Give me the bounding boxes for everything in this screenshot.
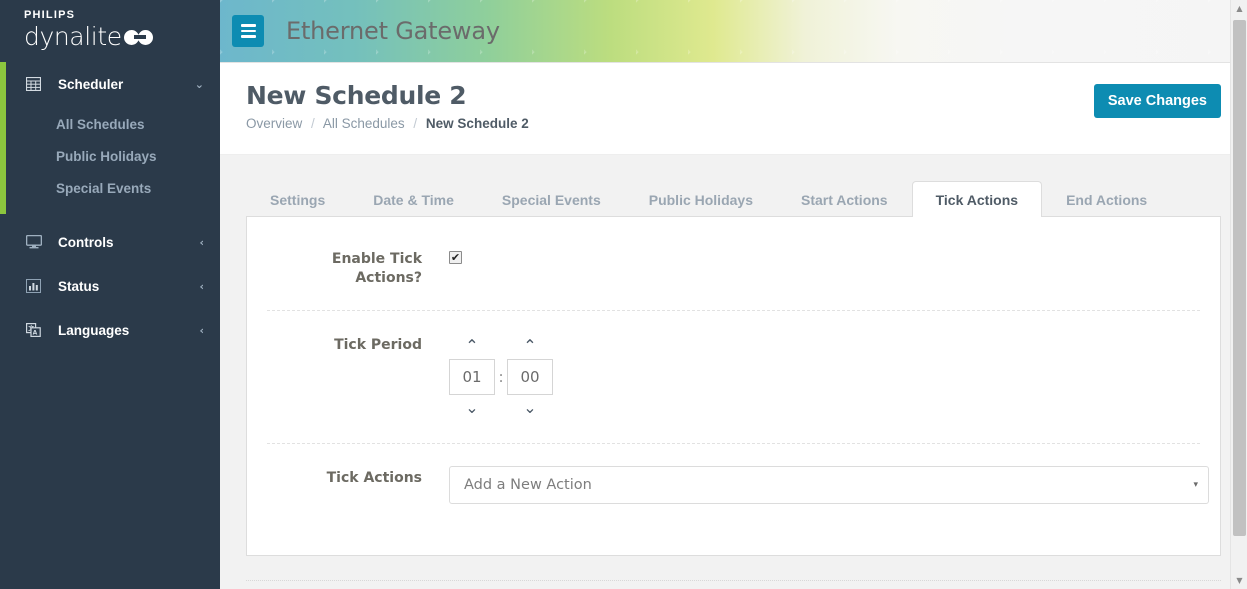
- footer-divider: [246, 580, 1221, 581]
- breadcrumb-separator: /: [413, 116, 417, 131]
- dynalite-logo-mark-icon: [124, 30, 154, 45]
- tab-tick-actions[interactable]: Tick Actions: [912, 181, 1042, 217]
- breadcrumb-item-all-schedules[interactable]: All Schedules: [323, 116, 405, 131]
- sidebar-item-controls[interactable]: Controls ‹: [0, 220, 220, 264]
- tick-period-label: Tick Period: [267, 333, 422, 355]
- monitor-icon: [26, 234, 46, 250]
- sidebar-item-status[interactable]: Status ‹: [0, 264, 220, 308]
- brand-logo[interactable]: PHILIPS dynalite: [0, 0, 220, 62]
- breadcrumb-separator: /: [311, 116, 315, 131]
- chevron-left-icon[interactable]: ‹: [199, 325, 204, 336]
- tab-end-actions[interactable]: End Actions: [1042, 181, 1171, 217]
- tab-start-actions[interactable]: Start Actions: [777, 181, 912, 217]
- brand-company-name: PHILIPS: [24, 8, 220, 22]
- sidebar-item-public-holidays[interactable]: Public Holidays: [0, 140, 220, 172]
- chevron-down-icon[interactable]: ⌄: [195, 79, 204, 90]
- tick-actions-label: Tick Actions: [267, 466, 422, 488]
- sidebar: PHILIPS dynalite: [0, 0, 220, 589]
- hours-increment-icon[interactable]: ⌃: [457, 333, 487, 359]
- tick-period-spinner: ⌃ 01 ⌄ : ⌃ 00 ⌄: [449, 333, 1200, 421]
- grid-icon: [26, 76, 46, 92]
- minutes-increment-icon[interactable]: ⌃: [515, 333, 545, 359]
- sidebar-subitem-label: Public Holidays: [56, 149, 157, 164]
- bar-chart-icon: [26, 278, 46, 294]
- translate-icon: 文 A: [26, 322, 46, 338]
- app-title: Ethernet Gateway: [286, 17, 500, 45]
- hours-decrement-icon[interactable]: ⌄: [457, 395, 487, 421]
- tick-actions-select-wrapper: Add a New Action ▾: [449, 466, 1209, 504]
- tick-period-minutes-input[interactable]: 00: [507, 359, 553, 395]
- tab-public-holidays[interactable]: Public Holidays: [625, 181, 777, 217]
- sidebar-subitem-label: All Schedules: [56, 117, 145, 132]
- sidebar-item-label: Scheduler: [58, 77, 195, 92]
- add-new-action-select[interactable]: Add a New Action: [449, 466, 1209, 504]
- tab-settings[interactable]: Settings: [246, 181, 349, 217]
- sidebar-item-label: Status: [58, 279, 199, 294]
- save-changes-button[interactable]: Save Changes: [1094, 84, 1221, 118]
- sidebar-item-label: Languages: [58, 323, 199, 338]
- sidebar-submenu-scheduler: All Schedules Public Holidays Special Ev…: [0, 106, 220, 214]
- tick-period-hours-group: ⌃ 01 ⌄: [449, 333, 495, 421]
- sidebar-item-languages[interactable]: 文 A Languages ‹: [0, 308, 220, 352]
- tab-bar: Settings Date & Time Special Events Publ…: [246, 179, 1221, 217]
- sidebar-item-label: Controls: [58, 235, 199, 250]
- breadcrumb: Overview / All Schedules / New Schedule …: [246, 116, 1221, 131]
- tick-period-minutes-group: ⌃ 00 ⌄: [507, 333, 553, 421]
- page-title: New Schedule 2: [246, 81, 1221, 110]
- hamburger-menu-icon[interactable]: [232, 15, 264, 47]
- chevron-left-icon[interactable]: ‹: [199, 281, 204, 292]
- app-root: PHILIPS dynalite: [0, 0, 1247, 589]
- tab-special-events[interactable]: Special Events: [478, 181, 625, 217]
- sidebar-item-all-schedules[interactable]: All Schedules: [0, 108, 220, 140]
- breadcrumb-item-current: New Schedule 2: [426, 116, 529, 131]
- checkmark-icon: ✔: [451, 252, 460, 263]
- vertical-scrollbar[interactable]: ▲ ▼: [1230, 0, 1247, 589]
- page-header: New Schedule 2 Overview / All Schedules …: [220, 63, 1247, 155]
- time-separator: :: [495, 368, 507, 386]
- chevron-left-icon[interactable]: ‹: [199, 237, 204, 248]
- breadcrumb-item-overview[interactable]: Overview: [246, 116, 302, 131]
- form-row-enable-tick-actions: Enable Tick Actions? ✔: [267, 225, 1200, 310]
- sidebar-item-special-events[interactable]: Special Events: [0, 172, 220, 204]
- sidebar-subitem-label: Special Events: [56, 181, 151, 196]
- tab-date-and-time[interactable]: Date & Time: [349, 181, 478, 217]
- tick-actions-panel: Enable Tick Actions? ✔ Tick Period ⌃ 01 …: [246, 217, 1221, 556]
- sidebar-group-scheduler: Scheduler ⌄ All Schedules Public Holiday…: [0, 62, 220, 214]
- sidebar-item-scheduler[interactable]: Scheduler ⌄: [0, 62, 220, 106]
- scroll-down-arrow-icon[interactable]: ▼: [1231, 572, 1247, 589]
- enable-tick-actions-label: Enable Tick Actions?: [267, 247, 422, 288]
- tick-period-hours-input[interactable]: 01: [449, 359, 495, 395]
- scroll-up-arrow-icon[interactable]: ▲: [1231, 0, 1247, 17]
- brand-product-name: dynalite: [24, 23, 122, 51]
- main-content: Ethernet Gateway New Schedule 2 Overview…: [220, 0, 1247, 589]
- svg-text:A: A: [33, 330, 38, 337]
- form-row-tick-actions: Tick Actions Add a New Action ▾: [267, 443, 1200, 526]
- scrollbar-thumb[interactable]: [1233, 20, 1246, 536]
- tabs-area: Settings Date & Time Special Events Publ…: [220, 155, 1247, 217]
- top-bar: Ethernet Gateway: [220, 0, 1247, 63]
- minutes-decrement-icon[interactable]: ⌄: [515, 395, 545, 421]
- form-row-tick-period: Tick Period ⌃ 01 ⌄ : ⌃ 00 ⌄: [267, 310, 1200, 443]
- enable-tick-actions-checkbox[interactable]: ✔: [449, 251, 462, 264]
